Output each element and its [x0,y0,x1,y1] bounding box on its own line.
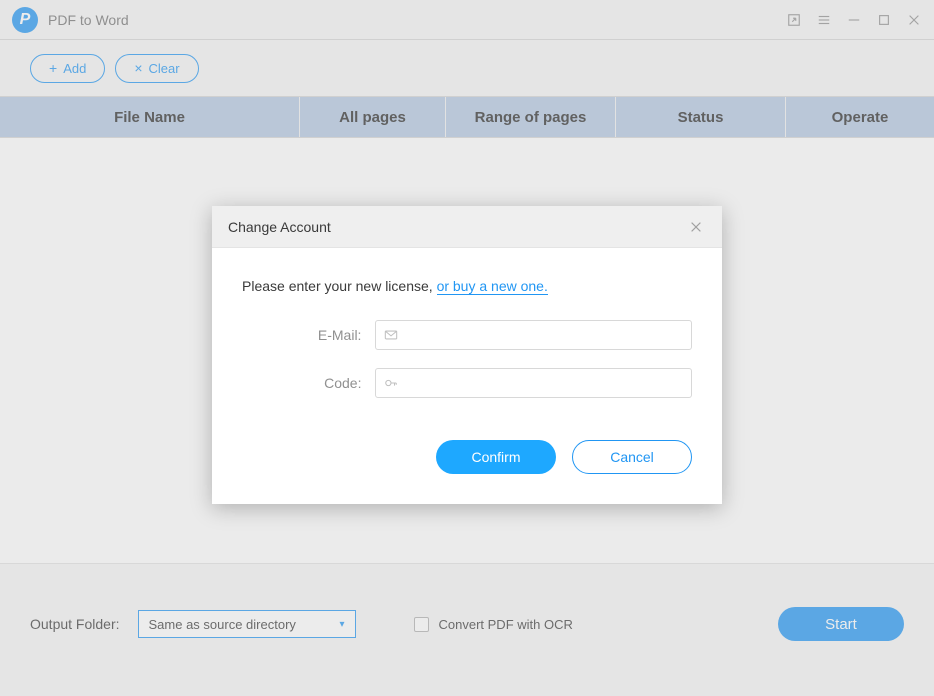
email-field[interactable] [375,320,692,350]
mail-icon [383,327,399,343]
key-icon [383,375,399,391]
code-label: Code: [242,375,361,391]
code-input-wrap [375,368,692,398]
confirm-button[interactable]: Confirm [436,440,556,474]
cancel-button[interactable]: Cancel [572,440,692,474]
email-label: E-Mail: [242,327,361,343]
email-input-wrap [375,320,692,350]
license-prefix: Please enter your new license, [242,278,437,294]
modal-body: Please enter your new license, or buy a … [212,248,722,504]
modal-overlay: Change Account Please enter your new lic… [0,0,934,696]
modal-header: Change Account [212,206,722,248]
license-text: Please enter your new license, or buy a … [242,278,692,294]
email-row: E-Mail: [242,320,692,350]
modal-actions: Confirm Cancel [242,416,692,484]
code-row: Code: [242,368,692,398]
code-field[interactable] [375,368,692,398]
buy-license-link[interactable]: or buy a new one. [437,278,548,295]
change-account-modal: Change Account Please enter your new lic… [212,206,722,504]
modal-close-icon[interactable] [686,217,706,237]
modal-title: Change Account [228,219,331,235]
